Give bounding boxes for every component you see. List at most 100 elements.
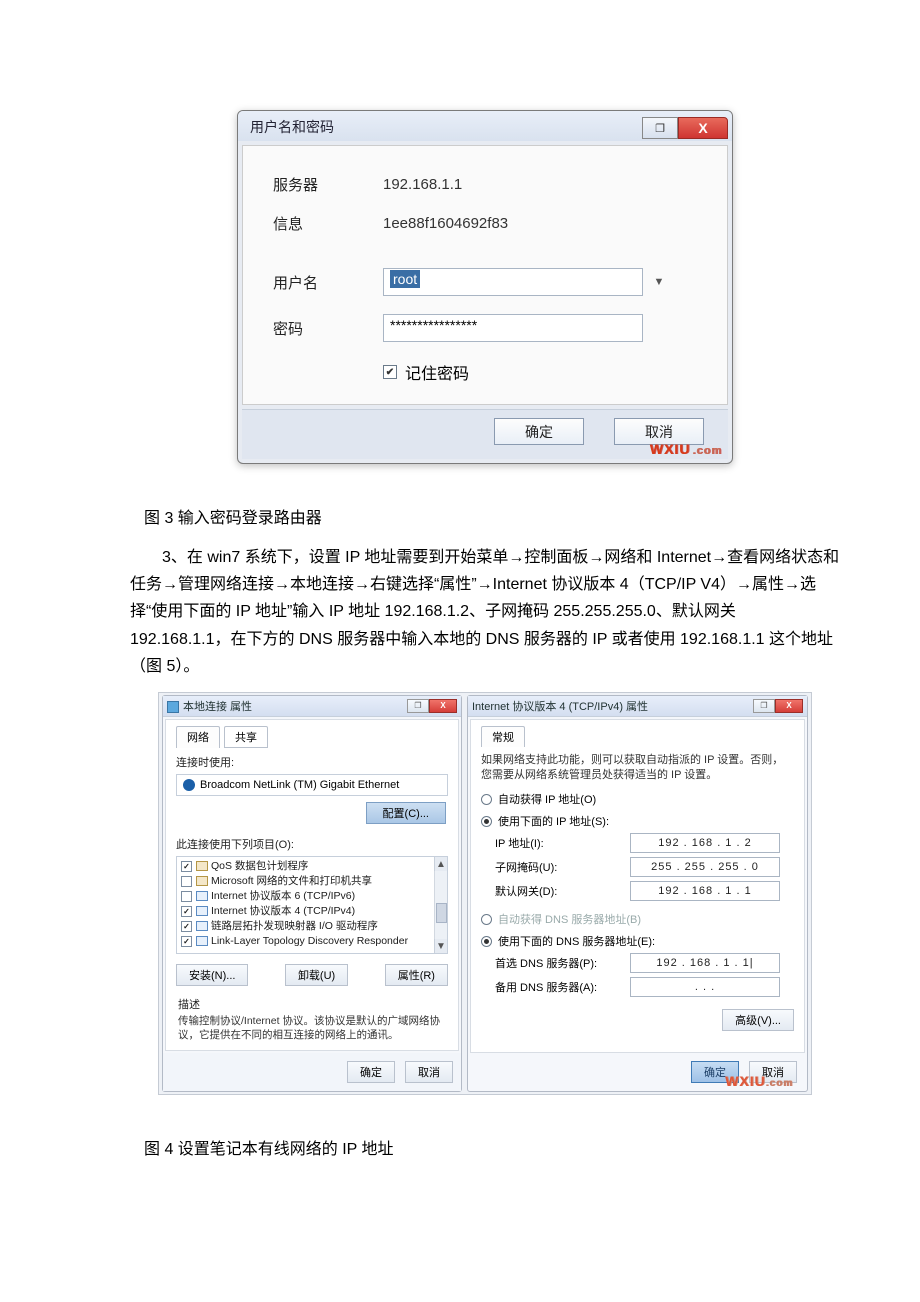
username-dropdown-icon[interactable]: ▼ — [647, 268, 671, 296]
tab-network[interactable]: 网络 — [176, 726, 220, 748]
figure-3-caption: 图 3 输入密码登录路由器 — [144, 504, 840, 528]
username-input[interactable]: root — [383, 268, 643, 296]
tab-strip: 常规 — [481, 726, 794, 747]
titlebar: 本地连接 属性 ❐ X — [163, 696, 461, 717]
protocol-icon — [196, 891, 208, 901]
gateway-label: 默认网关(D): — [495, 883, 630, 899]
alt-dns-label: 备用 DNS 服务器(A): — [495, 979, 630, 995]
cancel-button[interactable]: 取消 — [405, 1061, 453, 1083]
watermark: WXIU.com — [650, 441, 722, 457]
radio-icon — [481, 816, 492, 827]
adapter-icon — [183, 779, 195, 791]
scroll-thumb[interactable] — [436, 903, 447, 923]
password-input[interactable]: **************** — [383, 314, 643, 342]
help-button[interactable]: ❐ — [642, 117, 678, 139]
list-item[interactable]: ✓ Internet 协议版本 4 (TCP/IPv4) — [177, 904, 447, 919]
ok-button[interactable]: 确定 — [691, 1061, 739, 1083]
mask-label: 子网掩码(U): — [495, 859, 630, 875]
scroll-down-icon[interactable]: ▼ — [434, 939, 447, 953]
list-label: 此连接使用下列项目(O): — [176, 836, 448, 852]
auto-ip-radio-row[interactable]: 自动获得 IP 地址(O) — [481, 791, 794, 807]
ip-input[interactable]: 192 . 168 . 1 . 2 — [630, 833, 780, 853]
close-button[interactable]: X — [429, 699, 457, 713]
list-item-label: Microsoft 网络的文件和打印机共享 — [211, 874, 372, 889]
auto-dns-radio-row: 自动获得 DNS 服务器地址(B) — [481, 911, 794, 927]
checkbox-icon[interactable]: ✓ — [181, 861, 192, 872]
protocol-list[interactable]: ✓QoS 数据包计划程序Microsoft 网络的文件和打印机共享Interne… — [176, 856, 448, 954]
dialog-title: 本地连接 属性 — [183, 701, 252, 713]
list-item[interactable]: ✓链路层拓扑发现映射器 I/O 驱动程序 — [177, 919, 447, 934]
help-button[interactable]: ❐ — [407, 699, 429, 713]
info-message: 如果网络支持此功能，则可以获取自动指派的 IP 设置。否则，您需要从网络系统管理… — [481, 753, 794, 783]
mask-input[interactable]: 255 . 255 . 255 . 0 — [630, 857, 780, 877]
server-row: 服务器 192.168.1.1 — [273, 174, 697, 195]
description-body: 传输控制协议/Internet 协议。该协议是默认的广域网络协议，它提供在不同的… — [178, 1014, 446, 1042]
close-button[interactable]: X — [775, 699, 803, 713]
titlebar: 用户名和密码 ❐ X — [238, 111, 732, 141]
dns-fields: 首选 DNS 服务器(P):192 . 168 . 1 . 1| 备用 DNS … — [495, 953, 794, 997]
cancel-button[interactable]: 取消 — [749, 1061, 797, 1083]
list-item-label: Link-Layer Topology Discovery Responder — [211, 934, 408, 949]
remember-checkbox[interactable]: ✔ — [383, 365, 397, 379]
login-dialog: 用户名和密码 ❐ X 服务器 192.168.1.1 信息 1ee88f1604… — [237, 110, 733, 464]
ok-button[interactable]: 确定 — [494, 418, 584, 445]
info-row: 信息 1ee88f1604692f83 — [273, 213, 697, 234]
description-head: 描述 — [178, 998, 446, 1012]
button-bar: 确定 取消 — [163, 1053, 461, 1091]
list-item-label: Internet 协议版本 4 (TCP/IPv4) — [211, 904, 355, 919]
checkbox-icon[interactable]: ✓ — [181, 921, 192, 932]
pref-dns-label: 首选 DNS 服务器(P): — [495, 955, 630, 971]
help-button[interactable]: ❐ — [753, 699, 775, 713]
username-label: 用户名 — [273, 272, 383, 293]
auto-ip-label: 自动获得 IP 地址(O) — [498, 794, 596, 806]
titlebar: Internet 协议版本 4 (TCP/IPv4) 属性 ❐ X — [468, 696, 807, 717]
radio-icon — [481, 794, 492, 805]
checkbox-icon[interactable]: ✓ — [181, 906, 192, 917]
tab-strip: 网络 共享 — [176, 726, 448, 748]
protocol-icon — [196, 861, 208, 871]
pref-dns-input[interactable]: 192 . 168 . 1 . 1| — [630, 953, 780, 973]
configure-button[interactable]: 配置(C)... — [366, 802, 446, 824]
use-ip-label: 使用下面的 IP 地址(S): — [498, 816, 609, 828]
gateway-input[interactable]: 192 . 168 . 1 . 1 — [630, 881, 780, 901]
dialog-title: 用户名和密码 — [250, 117, 334, 137]
list-item[interactable]: Microsoft 网络的文件和打印机共享 — [177, 874, 447, 889]
protocol-icon — [196, 936, 208, 946]
list-item[interactable]: ✓ Link-Layer Topology Discovery Responder — [177, 934, 447, 949]
ip-label: IP 地址(I): — [495, 835, 630, 851]
install-button[interactable]: 安装(N)... — [176, 964, 248, 986]
advanced-button[interactable]: 高级(V)... — [722, 1009, 794, 1031]
checkbox-icon[interactable]: ✓ — [181, 936, 192, 947]
use-dns-radio-row[interactable]: 使用下面的 DNS 服务器地址(E): — [481, 933, 794, 949]
close-button[interactable]: X — [678, 117, 728, 139]
use-dns-label: 使用下面的 DNS 服务器地址(E): — [498, 936, 655, 948]
use-ip-radio-row[interactable]: 使用下面的 IP 地址(S): — [481, 813, 794, 829]
uninstall-button[interactable]: 卸载(U) — [285, 964, 348, 986]
ipv4-properties-dialog: Internet 协议版本 4 (TCP/IPv4) 属性 ❐ X 常规 如果网… — [467, 695, 808, 1092]
checkbox-icon[interactable] — [181, 876, 192, 887]
properties-button[interactable]: 属性(R) — [385, 964, 448, 986]
watermark-suffix: .com — [692, 445, 722, 457]
tab-general[interactable]: 常规 — [481, 726, 525, 747]
local-connection-properties-dialog: 本地连接 属性 ❐ X 网络 共享 连接时使用: Broadcom NetLin… — [162, 695, 462, 1092]
username-value: root — [390, 270, 420, 288]
alt-dns-input[interactable]: . . . — [630, 977, 780, 997]
auto-dns-label: 自动获得 DNS 服务器地址(B) — [498, 914, 641, 926]
protocol-icon — [196, 921, 208, 931]
scroll-track[interactable] — [434, 871, 447, 939]
checkbox-icon[interactable] — [181, 891, 192, 902]
tab-share[interactable]: 共享 — [224, 726, 268, 748]
protocol-icon — [196, 876, 208, 886]
button-bar: 确定 取消 WXIU.com — [242, 409, 728, 459]
radio-icon — [481, 914, 492, 925]
info-label: 信息 — [273, 213, 383, 234]
description-box: 描述 传输控制协议/Internet 协议。该协议是默认的广域网络协议，它提供在… — [176, 994, 448, 1046]
list-item[interactable]: ✓QoS 数据包计划程序 — [177, 859, 447, 874]
scroll-up-icon[interactable]: ▲ — [434, 857, 447, 871]
list-item[interactable]: Internet 协议版本 6 (TCP/IPv6) — [177, 889, 447, 904]
ok-button[interactable]: 确定 — [347, 1061, 395, 1083]
adapter-field: Broadcom NetLink (TM) Gigabit Ethernet — [176, 774, 448, 796]
button-bar: 确定 取消 WXIU.com — [468, 1055, 807, 1091]
ip-fields: IP 地址(I):192 . 168 . 1 . 2 子网掩码(U):255 .… — [495, 833, 794, 901]
instruction-paragraph: 3、在 win7 系统下，设置 IP 地址需要到开始菜单→控制面板→网络和 In… — [130, 544, 840, 680]
